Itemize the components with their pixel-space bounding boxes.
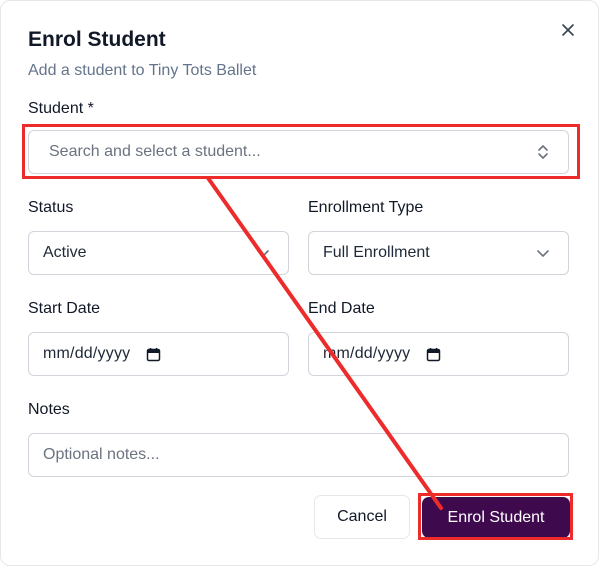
calendar-icon[interactable] [426, 347, 441, 362]
calendar-icon[interactable] [146, 347, 161, 362]
start-date-value: mm/dd/yyyy [43, 345, 131, 362]
enrollment-type-select[interactable]: Full Enrollment [308, 231, 569, 275]
student-label: Student * [28, 100, 94, 117]
chevron-down-icon [256, 248, 270, 258]
student-placeholder: Search and select a student... [49, 143, 261, 160]
start-date-input[interactable]: mm/dd/yyyy [28, 332, 289, 376]
dialog-subtitle: Add a student to Tiny Tots Ballet [28, 62, 257, 79]
up-down-chevron-icon [536, 143, 550, 161]
notes-label: Notes [28, 401, 70, 418]
student-select[interactable]: Search and select a student... [28, 130, 569, 174]
cancel-button[interactable]: Cancel [314, 495, 410, 539]
notes-input[interactable]: Optional notes... [28, 433, 569, 477]
enrol-student-dialog: Enrol Student Add a student to Tiny Tots… [0, 0, 599, 566]
enrollment-type-label: Enrollment Type [308, 199, 424, 216]
end-date-label: End Date [308, 300, 375, 317]
close-icon [562, 24, 574, 36]
status-select[interactable]: Active [28, 231, 289, 275]
enrol-student-button[interactable]: Enrol Student [422, 497, 570, 538]
start-date-label: Start Date [28, 300, 101, 317]
close-button[interactable] [557, 19, 579, 41]
notes-placeholder: Optional notes... [43, 446, 160, 463]
status-value: Active [43, 244, 87, 261]
enrollment-type-value: Full Enrollment [323, 244, 430, 261]
chevron-down-icon [536, 248, 550, 258]
end-date-input[interactable]: mm/dd/yyyy [308, 332, 569, 376]
end-date-value: mm/dd/yyyy [323, 345, 411, 362]
dialog-title: Enrol Student [28, 28, 166, 51]
status-label: Status [28, 199, 74, 216]
